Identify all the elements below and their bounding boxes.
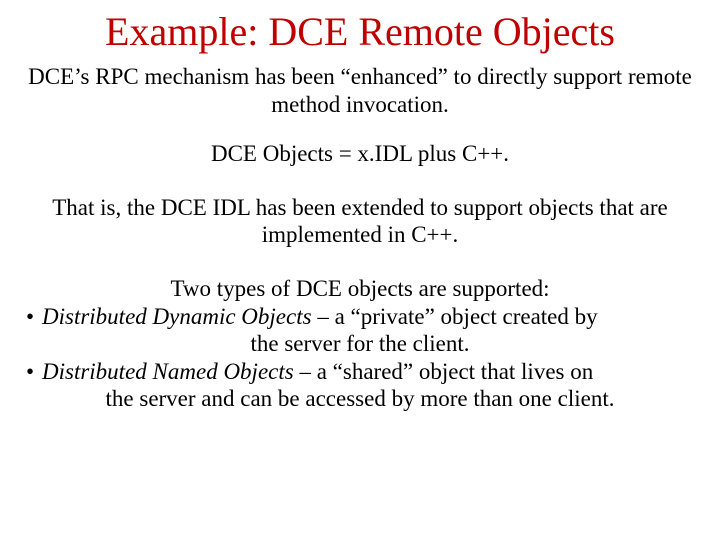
list-item: • Distributed Dynamic Objects – a “priva… — [20, 303, 700, 331]
bullet-icon: • — [20, 303, 42, 331]
list-block: Two types of DCE objects are supported: … — [20, 275, 700, 413]
list-item-name: Distributed Named Objects — [42, 359, 294, 384]
paragraph-equation: DCE Objects = x.IDL plus C++. — [20, 140, 700, 168]
paragraph-intro: DCE’s RPC mechanism has been “enhanced” … — [20, 63, 700, 118]
bullet-icon: • — [20, 358, 42, 386]
list-item-desc-first: – a “shared” object that lives on — [294, 359, 594, 384]
list-item-text: Distributed Named Objects – a “shared” o… — [42, 358, 700, 386]
list-item: • Distributed Named Objects – a “shared”… — [20, 358, 700, 386]
list-item-desc-first: – a “private” object created by — [312, 304, 598, 329]
paragraph-explanation: That is, the DCE IDL has been extended t… — [20, 194, 700, 249]
list-item-text: Distributed Dynamic Objects – a “private… — [42, 303, 700, 331]
list-intro: Two types of DCE objects are supported: — [20, 275, 700, 303]
slide-title: Example: DCE Remote Objects — [20, 8, 700, 55]
list-item-name: Distributed Dynamic Objects — [42, 304, 312, 329]
list-item-desc-cont: the server for the client. — [20, 330, 700, 358]
list-item-desc-cont: the server and can be accessed by more t… — [20, 385, 700, 413]
